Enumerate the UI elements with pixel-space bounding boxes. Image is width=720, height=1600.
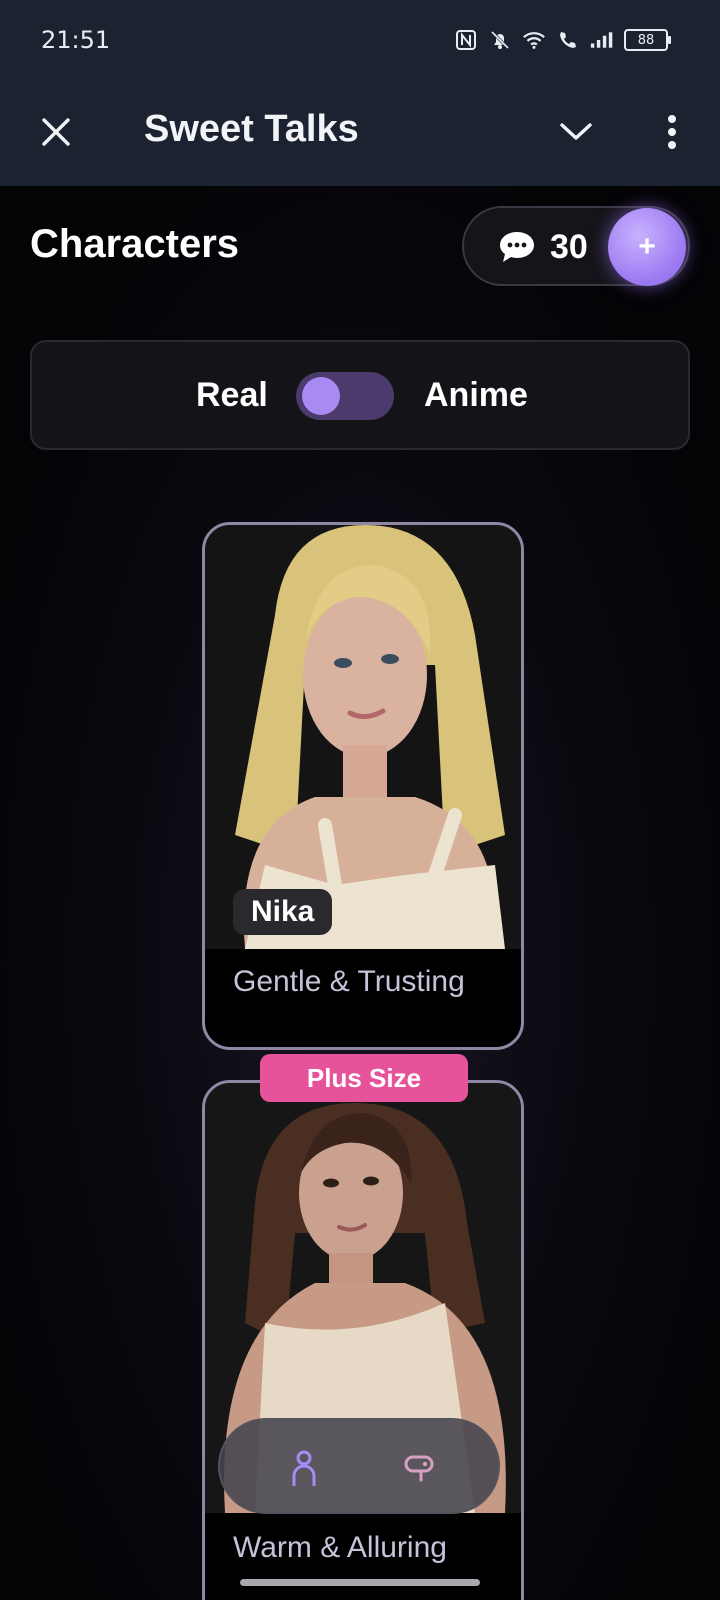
wifi-call-icon [556,28,580,52]
close-button[interactable] [36,112,76,152]
chevron-down-icon [560,123,592,140]
app-bar: Sweet Talks [0,82,720,186]
battery-icon: 88 [624,29,671,51]
real-anime-switch[interactable] [296,372,394,420]
home-indicator[interactable] [240,1579,480,1586]
chat-icon [404,1455,434,1482]
credits-pill[interactable]: 30 + [462,206,690,286]
switch-knob [302,377,340,415]
add-credits-button[interactable]: + [608,208,686,286]
character-photo [205,525,521,949]
more-options-button[interactable] [652,112,692,152]
toggle-label-anime[interactable]: Anime [424,376,528,415]
bottom-nav [218,1418,500,1514]
category-badge: Plus Size [260,1054,468,1102]
bell-off-icon [488,28,512,52]
main-content: Characters 30 + Real Anime Nika Gentle &… [0,186,720,1600]
character-card[interactable]: Warm & Alluring [202,1080,524,1600]
character-card[interactable]: Nika Gentle & Trusting [202,522,524,1050]
style-toggle-panel: Real Anime [30,340,690,450]
nfc-icon [454,28,478,52]
character-name: Nika [233,889,333,935]
toggle-label-real[interactable]: Real [196,376,268,415]
character-description: Gentle & Trusting [233,965,465,998]
status-bar: 21:51 88 [0,0,720,82]
chevron-down-button[interactable] [556,112,596,152]
nav-characters-button[interactable] [280,1444,328,1492]
chat-bubble-icon [498,230,536,269]
nav-chat-button[interactable] [396,1444,444,1492]
close-icon [42,118,70,146]
page-title: Characters [30,222,240,266]
credit-count: 30 [550,228,588,266]
signal-icon [590,28,614,52]
wifi-icon [522,28,546,52]
more-vert-icon [668,115,676,149]
app-title: Sweet Talks [144,108,359,150]
characters-icon [292,1450,316,1486]
status-time: 21:51 [41,26,111,54]
status-icons: 88 [454,28,671,52]
character-description: Warm & Alluring [233,1531,447,1564]
